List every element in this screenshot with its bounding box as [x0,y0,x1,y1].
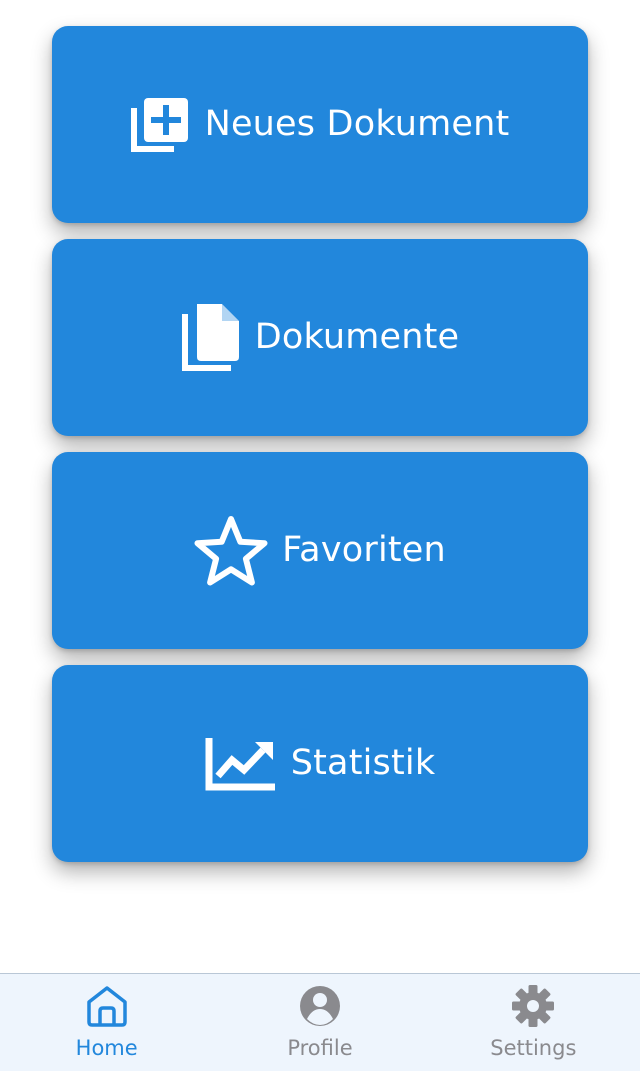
gear-icon [511,984,555,1028]
favorites-label: Favoriten [282,530,446,570]
new-document-label: Neues Dokument [204,104,510,144]
tab-profile-label: Profile [287,1036,353,1060]
tab-profile[interactable]: Profile [213,974,426,1071]
statistics-button[interactable]: Statistik [52,665,588,862]
documents-button[interactable]: Dokumente [52,239,588,436]
bottom-tab-bar: Home Profile Settings [0,973,640,1071]
home-icon [85,984,129,1028]
favorites-button[interactable]: Favoriten [52,452,588,649]
home-screen: Neues Dokument Dokumente Favoriten Stati… [0,0,640,1071]
new-document-button[interactable]: Neues Dokument [52,26,588,223]
documents-icon [181,303,241,372]
statistics-label: Statistik [290,743,436,783]
trending-chart-icon [205,736,277,792]
library-add-icon [130,95,191,155]
profile-icon [298,984,342,1028]
menu-card-list: Neues Dokument Dokumente Favoriten Stati… [52,26,588,878]
star-icon [194,515,268,587]
tab-settings-label: Settings [490,1036,577,1060]
tab-home-label: Home [75,1036,138,1060]
tab-home[interactable]: Home [0,974,213,1071]
tab-settings[interactable]: Settings [427,974,640,1071]
documents-label: Dokumente [254,317,460,357]
